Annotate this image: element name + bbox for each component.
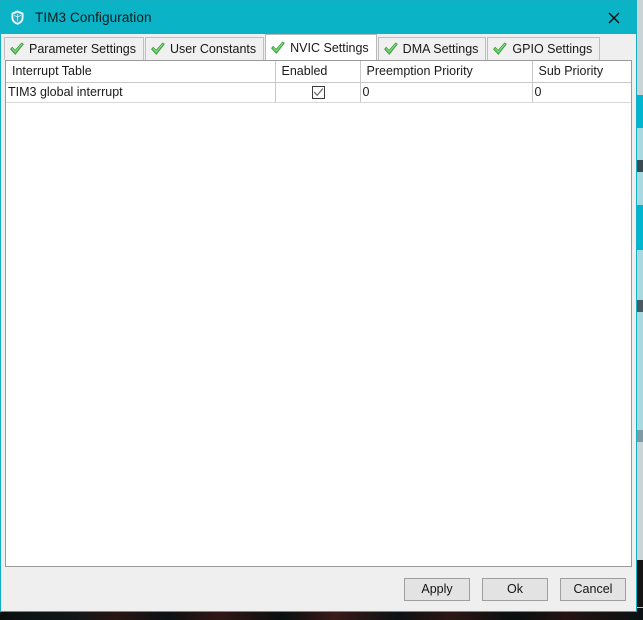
column-header-enabled[interactable]: Enabled — [275, 61, 361, 83]
sub-priority-cell[interactable]: 0 — [532, 82, 631, 103]
interrupt-table-panel: Interrupt Table Enabled Preemption Prior… — [5, 60, 632, 567]
column-header-preemption-priority[interactable]: Preemption Priority — [360, 61, 533, 83]
enabled-checkbox[interactable] — [312, 86, 325, 100]
dialog-title-bar: TIM3 Configuration — [1, 1, 636, 34]
tab-label: NVIC Settings — [290, 40, 369, 55]
tab-label: DMA Settings — [402, 42, 479, 56]
green-check-icon — [10, 42, 24, 55]
tab-label: Parameter Settings — [29, 42, 136, 56]
column-header-sub-priority[interactable]: Sub Priority — [532, 61, 631, 83]
column-header-interrupt-table[interactable]: Interrupt Table — [6, 61, 276, 83]
close-icon[interactable] — [592, 1, 636, 34]
tab-nvic-settings[interactable]: NVIC Settings — [265, 34, 377, 60]
tab-user-constants[interactable]: User Constants — [145, 37, 265, 60]
cancel-button[interactable]: Cancel — [560, 577, 626, 601]
apply-button[interactable]: Apply — [404, 577, 470, 601]
table-header-row: Interrupt Table Enabled Preemption Prior… — [6, 61, 631, 83]
green-check-icon — [383, 42, 398, 55]
tab-label: GPIO Settings — [512, 42, 593, 56]
green-check-icon — [493, 42, 508, 55]
tab-parameter-settings[interactable]: Parameter Settings — [4, 37, 144, 60]
preemption-priority-cell[interactable]: 0 — [360, 82, 533, 103]
checkmark-icon — [313, 88, 324, 97]
dialog-button-bar: Apply Ok Cancel — [1, 567, 636, 611]
interrupt-table: Interrupt Table Enabled Preemption Prior… — [6, 61, 631, 103]
green-check-icon — [151, 42, 165, 55]
enabled-cell[interactable] — [275, 82, 361, 103]
tab-gpio-settings[interactable]: GPIO Settings — [487, 37, 601, 60]
interrupt-name-cell: TIM3 global interrupt — [6, 82, 276, 103]
green-check-icon — [271, 41, 285, 54]
tim3-configuration-dialog: TIM3 Configuration Parameter Settings Us… — [0, 0, 637, 612]
settings-tab-bar: Parameter Settings User Constants NVIC S… — [1, 34, 636, 60]
shield-icon — [9, 9, 26, 26]
tab-dma-settings[interactable]: DMA Settings — [377, 37, 487, 60]
table-row[interactable]: TIM3 global interrupt 0 0 — [6, 82, 631, 103]
tab-label: User Constants — [170, 42, 257, 56]
ok-button[interactable]: Ok — [482, 577, 548, 601]
dialog-title: TIM3 Configuration — [35, 10, 152, 25]
